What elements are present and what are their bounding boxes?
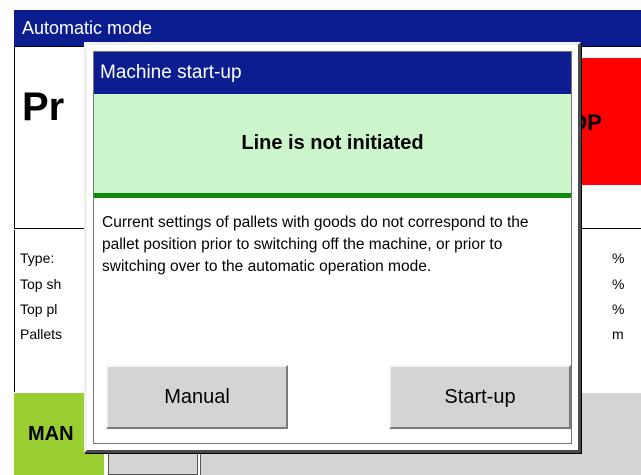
machine-startup-dialog: Machine start-up Line is not initiated C… xyxy=(84,42,581,453)
status-banner: Line is not initiated xyxy=(94,94,571,198)
info-unit-type: % xyxy=(612,250,625,266)
startup-button[interactable]: Start-up xyxy=(389,365,571,429)
manual-button-label: Manual xyxy=(164,385,230,408)
info-unit-pallets: m xyxy=(612,326,624,342)
info-unit-top-sheet: % xyxy=(612,276,625,292)
startup-button-label: Start-up xyxy=(444,385,516,408)
dialog-title: Machine start-up xyxy=(100,62,242,83)
info-label-top-plate: Top pl xyxy=(20,301,58,317)
window-title-bar: Automatic mode xyxy=(14,10,641,46)
dialog-message: Current settings of pallets with goods d… xyxy=(102,214,529,275)
info-unit-top-plate: % xyxy=(612,301,625,317)
dialog-body: Machine start-up Line is not initiated C… xyxy=(93,51,572,444)
info-label-pallets: Pallets xyxy=(20,326,63,342)
info-label-top-sheet: Top sh xyxy=(20,276,62,292)
info-label-type: Type: xyxy=(20,250,55,266)
manual-mode-tab-label: MAN xyxy=(28,423,74,445)
manual-button[interactable]: Manual xyxy=(106,365,288,429)
status-text: Line is not initiated xyxy=(241,132,424,154)
dialog-title-bar: Machine start-up xyxy=(94,52,571,94)
main-heading: Pr xyxy=(22,85,65,129)
window-title: Automatic mode xyxy=(22,18,153,38)
